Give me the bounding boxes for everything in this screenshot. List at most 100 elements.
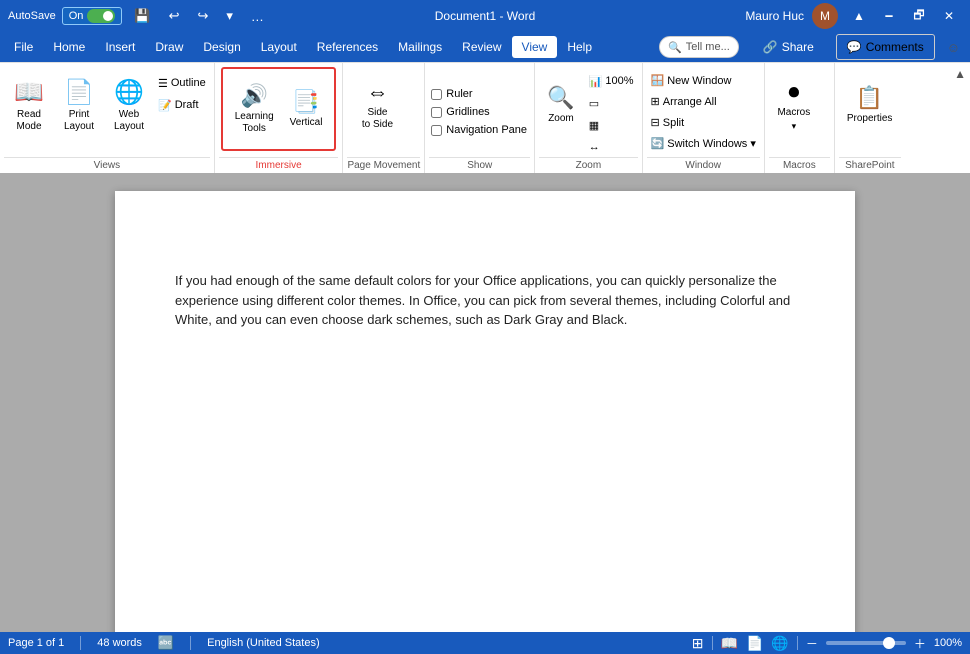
learning-tools-button[interactable]: 🔊 LearningTools [227, 71, 282, 147]
menu-design[interactable]: Design [193, 36, 250, 58]
zoom-in-button[interactable]: ＋ [914, 635, 926, 652]
search-icon: 🔍 [668, 41, 682, 54]
title-bar: AutoSave On 💾 ↩ ↪ ▾ … Document1 - Word M… [0, 0, 970, 32]
ribbon-section-inner-zoom: 🔍 Zoom 📊 100% ▭ ▦ [539, 65, 637, 157]
one-page-button[interactable]: ▭ [585, 93, 638, 113]
views-group-label: Views [4, 157, 210, 173]
save-button[interactable]: 💾 [128, 4, 156, 28]
ribbon-group-zoom: 🔍 Zoom 📊 100% ▭ ▦ [535, 63, 642, 173]
menu-insert[interactable]: Insert [95, 36, 145, 58]
more-commands-button[interactable]: … [245, 5, 270, 28]
menu-home[interactable]: Home [43, 36, 95, 58]
split-button[interactable]: ⊟ Split [647, 113, 689, 133]
properties-button[interactable]: 📋 Properties [839, 67, 901, 143]
close-button[interactable]: ✕ [936, 3, 962, 29]
multiple-pages-button[interactable]: ▦ [585, 115, 638, 135]
ribbon: 📖 ReadMode 📄 PrintLayout 🌐 WebLayout [0, 62, 970, 173]
document-page: If you had enough of the same default co… [115, 191, 855, 632]
menu-bar: File Home Insert Draw Design Layout Refe… [0, 32, 970, 62]
navigation-pane-checkbox-item[interactable]: Navigation Pane [429, 121, 529, 139]
customize-qat-button[interactable]: ▾ [220, 4, 239, 28]
macros-arrow: ▾ [792, 121, 797, 132]
macros-label: Macros [777, 107, 810, 119]
ribbon-group-sharepoint: 📋 Properties SharePoint [835, 63, 905, 173]
read-mode-label: ReadMode [16, 109, 41, 133]
minimize-button[interactable]: 🗕 [876, 3, 902, 29]
arrange-all-button[interactable]: ⊞ Arrange All [647, 92, 721, 112]
switch-windows-button[interactable]: 🔄 Switch Windows ▾ [647, 134, 760, 154]
gridlines-label: Gridlines [446, 106, 489, 118]
menu-view[interactable]: View [512, 36, 558, 58]
vertical-button[interactable]: 📑 Vertical [282, 71, 331, 147]
read-view-icon[interactable]: 📖 [721, 635, 738, 652]
ribbon-section-inner-macros: ⏺ Macros ▾ [769, 65, 830, 157]
ribbon-section-inner-views: 📖 ReadMode 📄 PrintLayout 🌐 WebLayout [4, 65, 210, 157]
zoom-slider-thumb[interactable] [883, 637, 895, 649]
autosave-toggle[interactable] [87, 9, 115, 23]
web-view-icon[interactable]: 🌐 [771, 635, 788, 652]
menu-help[interactable]: Help [557, 36, 602, 58]
menu-layout[interactable]: Layout [251, 36, 307, 58]
comments-button[interactable]: 💬 Comments [836, 34, 935, 60]
tell-me-box[interactable]: 🔍 Tell me... [659, 36, 739, 58]
ribbon-section-inner-window: 🪟 New Window ⊞ Arrange All ⊟ Split 🔄 Swi… [647, 65, 760, 157]
status-right: ⊞ 📖 📄 🌐 － ＋ 100% [692, 635, 962, 652]
ribbon-section-inner-page-movement: ⇔ Sideto Side [347, 65, 420, 157]
zoom-group-label: Zoom [539, 157, 637, 173]
zoom-percent[interactable]: 100% [934, 637, 962, 649]
navigation-pane-label: Navigation Pane [446, 124, 527, 136]
print-view-icon[interactable]: 📄 [746, 635, 763, 652]
learning-tools-icon: 🔊 [240, 83, 267, 109]
gridlines-checkbox[interactable] [431, 107, 442, 118]
share-icon: 🔗 [763, 40, 778, 54]
ribbon-collapse-button[interactable]: ▲ [846, 3, 872, 29]
emoji-button[interactable]: ☺ [941, 36, 966, 59]
ruler-checkbox-item[interactable]: Ruler [429, 85, 474, 103]
page-width-button[interactable]: ↔ [585, 137, 638, 157]
outline-button[interactable]: ☰ Outline [154, 73, 210, 93]
zoom-out-button[interactable]: － [806, 635, 818, 652]
navigation-pane-checkbox[interactable] [431, 125, 442, 136]
macros-button[interactable]: ⏺ Macros ▾ [769, 67, 819, 143]
outline-icon: ☰ [158, 77, 168, 90]
read-mode-button[interactable]: 📖 ReadMode [4, 67, 54, 143]
autosave-badge[interactable]: On [62, 7, 123, 25]
focus-mode-icon[interactable]: ⊞ [692, 635, 704, 652]
views-small-buttons: ☰ Outline 📝 Draft [154, 67, 210, 115]
menu-draw[interactable]: Draw [145, 36, 193, 58]
side-to-side-label: Sideto Side [362, 107, 393, 131]
menu-review[interactable]: Review [452, 36, 511, 58]
ribbon-group-show: Ruler Gridlines Navigation Pane Show [425, 63, 535, 173]
draft-button[interactable]: 📝 Draft [154, 95, 210, 115]
arrange-all-icon: ⊞ [651, 95, 660, 108]
redo-button[interactable]: ↪ [191, 4, 214, 28]
zoom-slider[interactable] [826, 641, 906, 645]
split-label: Split [663, 117, 684, 129]
macros-icon: ⏺ [788, 79, 799, 105]
print-layout-button[interactable]: 📄 PrintLayout [54, 67, 104, 143]
ribbon-group-immersive: 🔊 LearningTools 📑 Vertical Immersive [215, 63, 344, 173]
title-bar-left: AutoSave On 💾 ↩ ↪ ▾ … [8, 4, 270, 28]
read-mode-icon: 📖 [14, 78, 44, 107]
immersive-highlight: 🔊 LearningTools 📑 Vertical [221, 67, 337, 151]
ribbon-collapse-btn[interactable]: ▲ [954, 67, 966, 81]
new-window-button[interactable]: 🪟 New Window [647, 71, 736, 91]
restore-button[interactable]: 🗗 [906, 3, 932, 29]
menu-file[interactable]: File [4, 36, 43, 58]
page-info: Page 1 of 1 [8, 637, 64, 649]
zoom-100-button[interactable]: 📊 100% [585, 71, 638, 91]
side-to-side-button[interactable]: ⇔ Sideto Side [347, 67, 407, 143]
undo-button[interactable]: ↩ [163, 4, 186, 28]
gridlines-checkbox-item[interactable]: Gridlines [429, 103, 491, 121]
zoom-button[interactable]: 🔍 Zoom [539, 67, 582, 143]
learning-tools-label: LearningTools [235, 111, 274, 135]
web-layout-button[interactable]: 🌐 WebLayout [104, 67, 154, 143]
ribbon-collapse-area: ▲ [950, 63, 970, 173]
web-layout-icon: 🌐 [114, 78, 144, 107]
share-button[interactable]: 🔗 Share [751, 34, 826, 60]
window-group-label: Window [647, 157, 760, 173]
user-avatar[interactable]: M [812, 3, 838, 29]
menu-mailings[interactable]: Mailings [388, 36, 452, 58]
ruler-checkbox[interactable] [431, 89, 442, 100]
menu-references[interactable]: References [307, 36, 388, 58]
